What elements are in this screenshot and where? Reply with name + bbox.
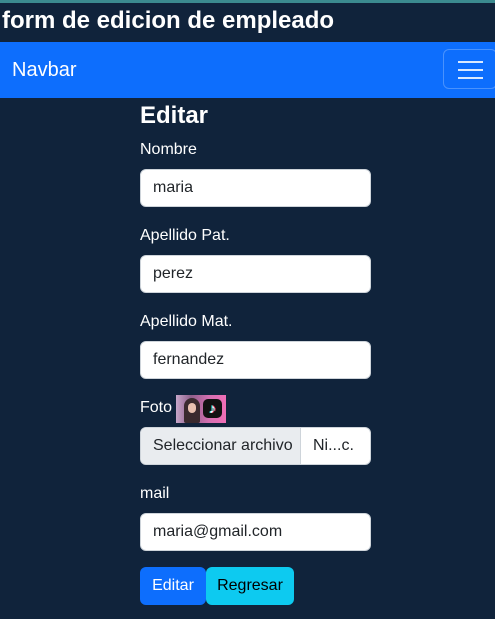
hamburger-menu-icon [458, 69, 483, 71]
form-title: Editar [140, 102, 209, 129]
nombre-label: Nombre [140, 141, 197, 158]
foto-file-input[interactable]: Seleccionar archivo Ni...c. [140, 427, 371, 465]
regresar-button[interactable]: Regresar [206, 567, 294, 605]
navbar: Navbar [0, 42, 495, 98]
hamburger-menu-icon [458, 61, 483, 63]
hamburger-menu-icon [458, 77, 483, 79]
apellido-pat-input[interactable] [140, 255, 371, 293]
choose-file-button[interactable]: Seleccionar archivo [141, 428, 301, 464]
window-top-line [0, 0, 495, 3]
editar-button[interactable]: Editar [140, 567, 206, 605]
navbar-brand[interactable]: Navbar [12, 42, 76, 98]
apellido-mat-label: Apellido Mat. [140, 313, 233, 330]
foto-thumbnail-image: ♪ [176, 395, 226, 423]
mail-label: mail [140, 485, 170, 502]
person-photo-icon [184, 398, 200, 423]
foto-label: Foto [140, 399, 173, 416]
apellido-pat-label: Apellido Pat. [140, 227, 230, 244]
page-heading: form de edicion de empleado [2, 7, 335, 34]
navbar-toggle-button[interactable] [443, 49, 495, 89]
apellido-mat-input[interactable] [140, 341, 371, 379]
chosen-file-name: Ni...c. [313, 437, 354, 454]
tiktok-icon: ♪ [203, 399, 222, 418]
mail-input[interactable] [140, 513, 371, 551]
nombre-input[interactable] [140, 169, 371, 207]
